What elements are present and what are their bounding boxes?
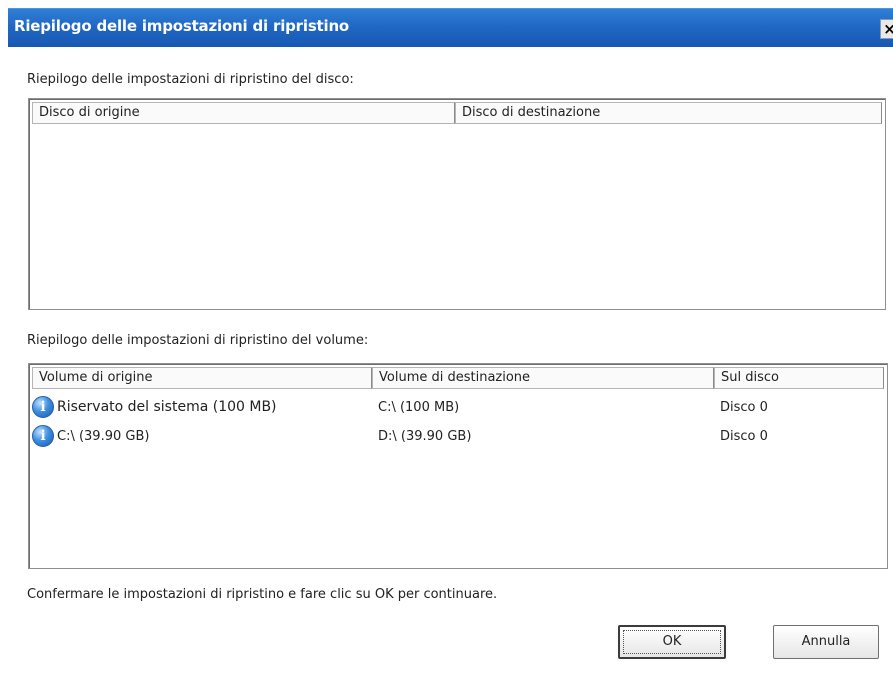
volume-summary-list[interactable]: Volume di origine Volume di destinazione… (28, 363, 888, 569)
volume-row[interactable]: i Riservato del sistema (100 MB) C:\ (10… (32, 394, 884, 420)
volume-summary-label: Riepilogo delle impostazioni di ripristi… (27, 333, 369, 348)
dialog-title: Riepilogo delle impostazioni di ripristi… (14, 17, 350, 35)
volume-source: C:\ (39.90 GB) (57, 428, 150, 444)
ok-button[interactable]: OK (618, 625, 726, 659)
info-icon: i (32, 425, 54, 447)
column-header-source-disk[interactable]: Disco di origine (32, 102, 455, 124)
volume-source: Riservato del sistema (100 MB) (57, 399, 277, 415)
volume-disk: Disco 0 (720, 428, 768, 444)
confirmation-message: Confermare le impostazioni di ripristino… (27, 587, 498, 602)
focus-outline (623, 630, 721, 654)
volume-destination: D:\ (39.90 GB) (378, 428, 472, 444)
cancel-button[interactable]: Annulla (773, 625, 879, 659)
column-header-source-volume[interactable]: Volume di origine (32, 367, 372, 389)
column-header-on-disk[interactable]: Sul disco (714, 367, 884, 389)
volume-disk: Disco 0 (720, 399, 768, 415)
disk-summary-list[interactable]: Disco di origine Disco di destinazione (28, 98, 886, 310)
info-icon: i (32, 396, 54, 418)
volume-list-header: Volume di origine Volume di destinazione… (32, 367, 884, 389)
close-button[interactable]: × (880, 19, 893, 39)
column-header-destination-volume[interactable]: Volume di destinazione (372, 367, 714, 389)
disk-list-header: Disco di origine Disco di destinazione (32, 102, 882, 124)
volume-destination: C:\ (100 MB) (378, 399, 460, 415)
volume-row[interactable]: i C:\ (39.90 GB) D:\ (39.90 GB) Disco 0 (32, 423, 884, 449)
dialog-titlebar: Riepilogo delle impostazioni di ripristi… (8, 8, 893, 47)
disk-summary-label: Riepilogo delle impostazioni di ripristi… (27, 72, 354, 87)
close-icon: × (883, 20, 893, 38)
column-header-destination-disk[interactable]: Disco di destinazione (455, 102, 882, 124)
cancel-button-label: Annulla (801, 634, 851, 649)
